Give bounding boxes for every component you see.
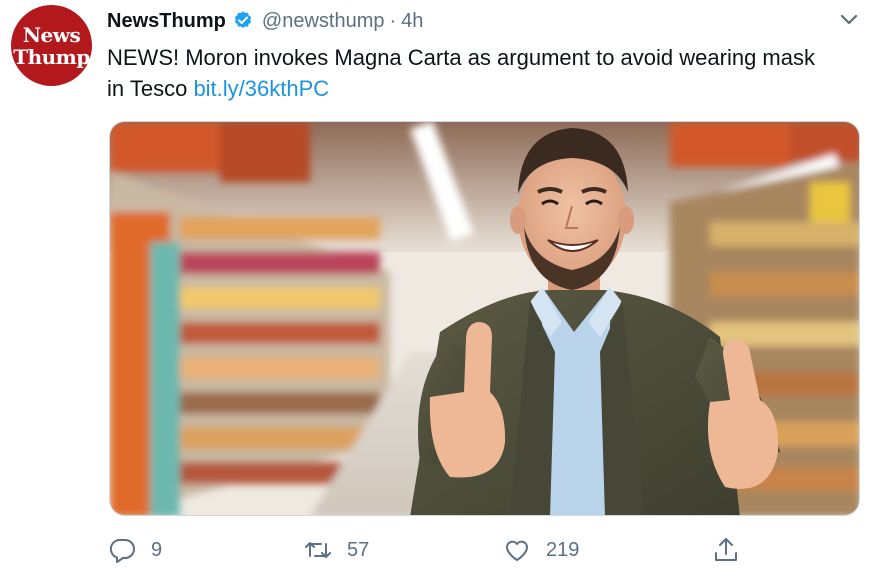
reply-button[interactable]: 9 xyxy=(107,530,162,570)
tweet-text: NEWS! Moron invokes Magna Carta as argum… xyxy=(107,42,827,104)
avatar[interactable]: News Thump xyxy=(11,5,92,86)
tweet-actions-bar: 9 57 219 xyxy=(0,530,872,570)
like-button[interactable]: 219 xyxy=(502,530,579,570)
chevron-down-icon[interactable] xyxy=(836,6,862,32)
reply-count: 9 xyxy=(151,538,163,561)
tweet-link[interactable]: bit.ly/36kthPC xyxy=(193,76,329,101)
share-icon xyxy=(715,538,737,561)
like-count: 219 xyxy=(546,538,580,561)
retweet-button[interactable]: 57 xyxy=(303,530,369,570)
reply-icon xyxy=(109,539,135,563)
avatar-logo-line1: News xyxy=(22,22,81,47)
retweet-icon xyxy=(305,542,331,558)
retweet-count: 57 xyxy=(347,538,370,561)
tweet-media-image[interactable] xyxy=(109,121,860,516)
tweet-card[interactable]: News Thump NewsThump @newsthump · 4h NEW… xyxy=(0,0,872,583)
timestamp[interactable]: 4h xyxy=(401,10,423,33)
supermarket-photo xyxy=(110,122,859,515)
verified-badge-icon xyxy=(232,10,254,32)
avatar-logo-line2: Thump xyxy=(13,44,90,69)
separator-dot: · xyxy=(389,9,397,32)
handle[interactable]: @newsthump xyxy=(262,10,385,33)
tweet-header: NewsThump @newsthump · 4h xyxy=(107,8,423,34)
display-name[interactable]: NewsThump xyxy=(107,10,226,33)
share-button[interactable] xyxy=(711,530,741,570)
like-icon xyxy=(506,540,528,561)
